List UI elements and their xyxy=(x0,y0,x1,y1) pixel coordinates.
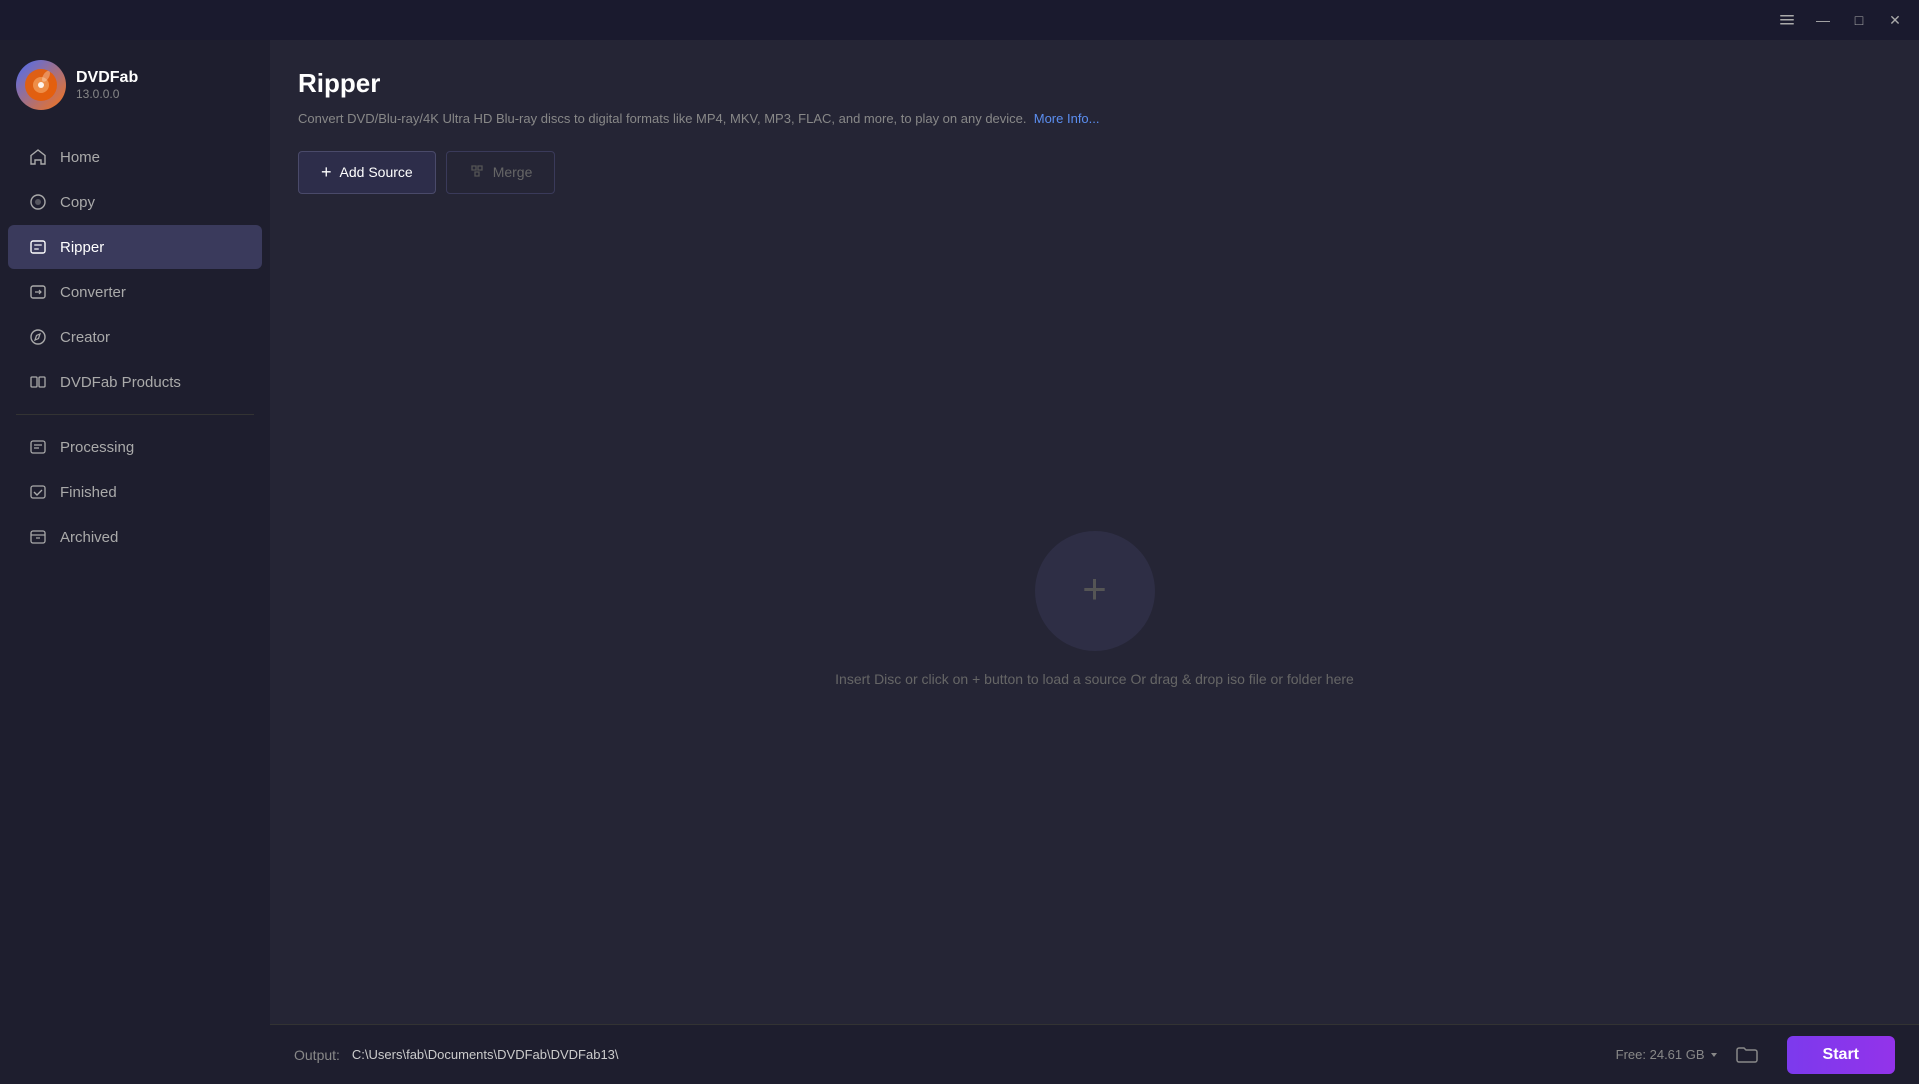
main-content: Ripper Convert DVD/Blu-ray/4K Ultra HD B… xyxy=(270,40,1919,1084)
finished-label: Finished xyxy=(60,484,117,501)
primary-nav: Home Copy xyxy=(0,134,270,1068)
drop-plus-icon: + xyxy=(1082,568,1107,610)
add-source-circle[interactable]: + xyxy=(1035,531,1155,651)
merge-icon xyxy=(469,163,485,182)
minimize-button[interactable]: — xyxy=(1807,6,1839,34)
sidebar-item-finished[interactable]: Finished xyxy=(8,470,262,514)
archived-label: Archived xyxy=(60,529,118,546)
sidebar-item-ripper[interactable]: Ripper xyxy=(8,225,262,269)
ripper-icon xyxy=(28,237,48,257)
products-icon xyxy=(28,372,48,392)
drop-hint: Insert Disc or click on + button to load… xyxy=(835,671,1354,687)
sidebar-item-archived[interactable]: Archived xyxy=(8,515,262,559)
add-source-plus-icon: + xyxy=(321,162,332,183)
sidebar-item-creator[interactable]: Creator xyxy=(8,315,262,359)
output-path: C:\Users\fab\Documents\DVDFab\DVDFab13\ xyxy=(352,1047,1604,1062)
toolbar: + Add Source Merge xyxy=(298,151,1891,194)
sidebar-item-converter[interactable]: Converter xyxy=(8,270,262,314)
creator-icon xyxy=(28,327,48,347)
logo-icon xyxy=(16,60,66,110)
home-icon xyxy=(28,147,48,167)
logo-text: DVDFab 13.0.0.0 xyxy=(76,69,138,101)
window-controls: — □ ✕ xyxy=(1771,6,1911,34)
merge-label: Merge xyxy=(493,164,533,180)
home-label: Home xyxy=(60,149,100,166)
converter-label: Converter xyxy=(60,284,126,301)
free-space-label: Free: 24.61 GB xyxy=(1616,1047,1705,1062)
sidebar: DVDFab 13.0.0.0 Home xyxy=(0,40,270,1084)
processing-label: Processing xyxy=(60,439,134,456)
page-description: Convert DVD/Blu-ray/4K Ultra HD Blu-ray … xyxy=(298,109,1891,129)
converter-icon xyxy=(28,282,48,302)
app-body: DVDFab 13.0.0.0 Home xyxy=(0,40,1919,1084)
start-button[interactable]: Start xyxy=(1787,1036,1895,1074)
add-source-label: Add Source xyxy=(340,164,413,180)
ripper-label: Ripper xyxy=(60,239,104,256)
app-name: DVDFab xyxy=(76,69,138,87)
content-area: Ripper Convert DVD/Blu-ray/4K Ultra HD B… xyxy=(270,40,1919,1024)
more-info-link[interactable]: More Info... xyxy=(1034,111,1100,126)
copy-icon xyxy=(28,192,48,212)
sidebar-item-home[interactable]: Home xyxy=(8,135,262,179)
finished-icon xyxy=(28,482,48,502)
add-source-button[interactable]: + Add Source xyxy=(298,151,436,194)
close-button[interactable]: ✕ xyxy=(1879,6,1911,34)
secondary-nav: Processing Finished xyxy=(0,425,270,559)
title-bar: — □ ✕ xyxy=(0,0,1919,40)
copy-label: Copy xyxy=(60,194,95,211)
creator-label: Creator xyxy=(60,329,110,346)
sidebar-item-copy[interactable]: Copy xyxy=(8,180,262,224)
maximize-button[interactable]: □ xyxy=(1843,6,1875,34)
output-bar: Output: C:\Users\fab\Documents\DVDFab\DV… xyxy=(270,1024,1919,1084)
nav-divider xyxy=(16,414,254,415)
dvdfab-products-label: DVDFab Products xyxy=(60,374,181,391)
menu-button[interactable] xyxy=(1771,6,1803,34)
app-logo: DVDFab 13.0.0.0 xyxy=(0,40,270,134)
sidebar-item-dvdfab-products[interactable]: DVDFab Products xyxy=(8,360,262,404)
processing-icon xyxy=(28,437,48,457)
output-label: Output: xyxy=(294,1047,340,1063)
merge-button[interactable]: Merge xyxy=(446,151,556,194)
archived-icon xyxy=(28,527,48,547)
browse-folder-button[interactable] xyxy=(1731,1039,1763,1071)
app-version: 13.0.0.0 xyxy=(76,87,138,101)
sidebar-item-processing[interactable]: Processing xyxy=(8,425,262,469)
drop-zone[interactable]: + Insert Disc or click on + button to lo… xyxy=(298,214,1891,1005)
free-space: Free: 24.61 GB xyxy=(1616,1047,1719,1062)
page-title: Ripper xyxy=(298,68,1891,99)
